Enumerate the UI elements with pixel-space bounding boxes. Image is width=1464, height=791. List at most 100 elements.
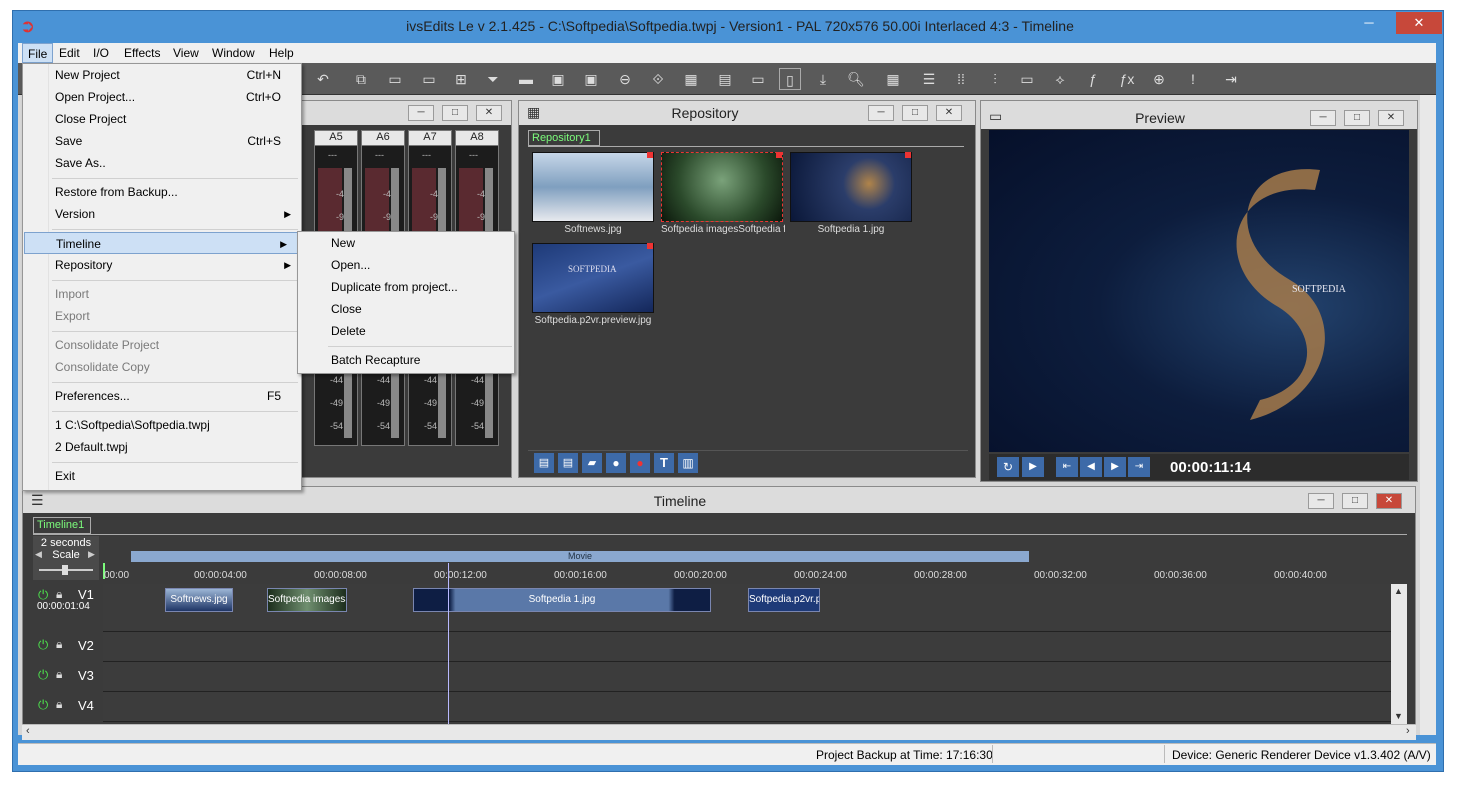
- menu-help[interactable]: Help: [264, 43, 299, 63]
- timeline-restore-button[interactable]: □: [1342, 493, 1368, 509]
- drop-icon[interactable]: ⏷: [482, 68, 504, 90]
- import-files-icon[interactable]: ▤: [558, 453, 578, 473]
- menu-file[interactable]: File: [22, 43, 54, 63]
- overwrite-icon[interactable]: ▣: [547, 68, 569, 90]
- transition-icon[interactable]: ⟡: [1049, 68, 1071, 90]
- preview-minimize-button[interactable]: ─: [1310, 110, 1336, 126]
- maximize-button[interactable]: [1366, 12, 1392, 34]
- import-folder-icon[interactable]: ▤: [534, 453, 554, 473]
- monitor-icon[interactable]: ▭: [1016, 68, 1038, 90]
- workspace-scrollbar[interactable]: [1420, 95, 1436, 735]
- clip-icon[interactable]: ▭: [747, 68, 769, 90]
- repository-thumb-softpedia-images[interactable]: [661, 152, 783, 222]
- repository-close-button[interactable]: ✕: [936, 105, 962, 121]
- repository-minimize-button[interactable]: ─: [868, 105, 894, 121]
- dots-icon[interactable]: ⁞⁞: [950, 68, 972, 90]
- record-icon[interactable]: ●: [630, 453, 650, 473]
- capture-icon[interactable]: ●: [606, 453, 626, 473]
- menu-window[interactable]: Window: [207, 43, 260, 63]
- play-icon[interactable]: ▶: [1022, 457, 1044, 477]
- track-v1-lock-icon[interactable]: 🔒︎: [56, 587, 62, 602]
- submenu-item-batch-recapture[interactable]: Batch Recapture: [298, 349, 514, 371]
- track-v2-lock-icon[interactable]: 🔒︎: [56, 637, 62, 652]
- mixer-restore-button[interactable]: □: [442, 105, 468, 121]
- menu-item-recent-1[interactable]: 1 C:\Softpedia\Softpedia.twpj: [23, 414, 301, 436]
- track-v3-power-icon[interactable]: ⏻: [38, 667, 48, 683]
- download-icon[interactable]: ⤓: [812, 68, 834, 90]
- menu-effects[interactable]: Effects: [119, 43, 165, 63]
- menu-view[interactable]: View: [168, 43, 204, 63]
- undo-icon[interactable]: ↶: [312, 68, 334, 90]
- preview-close-button[interactable]: ✕: [1378, 110, 1404, 126]
- fx-icon[interactable]: ƒx: [1116, 68, 1138, 90]
- timeline-menu-icon[interactable]: ☰: [31, 492, 44, 509]
- scroll-left-icon[interactable]: ‹: [26, 725, 30, 737]
- track-v3-lane[interactable]: [103, 662, 1391, 692]
- scroll-right-icon[interactable]: ›: [1406, 725, 1410, 737]
- timeline-close-button[interactable]: ✕: [1376, 493, 1402, 509]
- repository-thumb-softpedia-1[interactable]: [790, 152, 912, 222]
- track-v2-power-icon[interactable]: ⏻: [38, 637, 48, 653]
- preview-restore-button[interactable]: □: [1344, 110, 1370, 126]
- open-folder-icon[interactable]: ▰: [582, 453, 602, 473]
- link-icon[interactable]: ⊖: [614, 68, 636, 90]
- submenu-item-duplicate[interactable]: Duplicate from project...: [298, 276, 514, 298]
- menu-item-save[interactable]: Save Ctrl+S: [23, 130, 301, 152]
- scale-increase-icon[interactable]: ▶: [88, 549, 95, 560]
- menu-item-save-as[interactable]: Save As..: [23, 152, 301, 174]
- track-v4-power-icon[interactable]: ⏻: [38, 697, 48, 713]
- scroll-up-icon[interactable]: ▲: [1394, 586, 1403, 596]
- ungroup-icon[interactable]: ▤: [714, 68, 736, 90]
- scroll-down-icon[interactable]: ▼: [1394, 711, 1403, 721]
- repository-thumb-p2vr[interactable]: [532, 243, 654, 313]
- timeline-clip-softnews[interactable]: Softnews.jpg: [165, 588, 233, 612]
- prev-frame-icon[interactable]: ◀: [1080, 457, 1102, 477]
- menu-item-repository[interactable]: Repository ▶: [23, 254, 301, 276]
- menu-item-version[interactable]: Version ▶: [23, 203, 301, 225]
- trim-icon[interactable]: ▭: [384, 68, 406, 90]
- menu-item-recent-2[interactable]: 2 Default.twpj: [23, 436, 301, 458]
- menu-item-new-project[interactable]: New Project Ctrl+N: [23, 64, 301, 86]
- repository-thumb-softnews[interactable]: [532, 152, 654, 222]
- loop-icon[interactable]: ↻: [997, 457, 1019, 477]
- go-end-icon[interactable]: ⇥: [1128, 457, 1150, 477]
- film-icon[interactable]: ▯: [779, 68, 801, 90]
- lift-icon[interactable]: ▬: [515, 68, 537, 90]
- search-icon[interactable]: 🔍︎: [845, 68, 867, 90]
- menu-item-restore-backup[interactable]: Restore from Backup...: [23, 181, 301, 203]
- timeline-clip-softpedia-1[interactable]: Softpedia 1.jpg: [413, 588, 711, 612]
- mixer-minimize-button[interactable]: ─: [408, 105, 434, 121]
- scale-decrease-icon[interactable]: ◀: [35, 549, 42, 560]
- slip-icon[interactable]: ▭: [418, 68, 440, 90]
- bars-icon[interactable]: ▥: [678, 453, 698, 473]
- menu-item-timeline[interactable]: Timeline ▶: [24, 232, 298, 254]
- timeline-tab[interactable]: Timeline1: [33, 517, 91, 534]
- track-v2-lane[interactable]: [103, 632, 1391, 662]
- track-v3-lock-icon[interactable]: 🔒︎: [56, 667, 62, 682]
- expand-icon[interactable]: ⇥: [1220, 68, 1242, 90]
- go-start-icon[interactable]: ⇤: [1056, 457, 1078, 477]
- globe-icon[interactable]: ⊕: [1148, 68, 1170, 90]
- menu-edit[interactable]: Edit: [54, 43, 85, 63]
- fx-remove-icon[interactable]: ƒ: [1082, 68, 1104, 90]
- timeline-hscrollbar[interactable]: [22, 724, 1416, 740]
- timeline-minimize-button[interactable]: ─: [1308, 493, 1334, 509]
- unlink-icon[interactable]: ⟐: [647, 68, 669, 90]
- playhead[interactable]: [448, 563, 449, 725]
- time-ruler[interactable]: [103, 563, 1407, 583]
- timeline-clip-softpedia-images[interactable]: Softpedia imagesS: [267, 588, 347, 612]
- repository-restore-button[interactable]: □: [902, 105, 928, 121]
- track-v4-lane[interactable]: [103, 692, 1391, 722]
- split-icon[interactable]: ⧉: [350, 68, 372, 90]
- submenu-item-close[interactable]: Close: [298, 298, 514, 320]
- timeline-vscrollbar[interactable]: [1391, 584, 1407, 724]
- submenu-item-open[interactable]: Open...: [298, 254, 514, 276]
- menu-item-exit[interactable]: Exit: [23, 465, 301, 487]
- menu-item-preferences[interactable]: Preferences... F5: [23, 385, 301, 407]
- timeline-clip-p2vr[interactable]: Softpedia.p2vr.pr: [748, 588, 820, 612]
- alert-icon[interactable]: !: [1182, 68, 1204, 90]
- close-button[interactable]: ✕: [1396, 12, 1442, 34]
- menu-item-close-project[interactable]: Close Project: [23, 108, 301, 130]
- submenu-item-new[interactable]: New: [298, 232, 514, 254]
- scale-slider-thumb[interactable]: [62, 565, 68, 575]
